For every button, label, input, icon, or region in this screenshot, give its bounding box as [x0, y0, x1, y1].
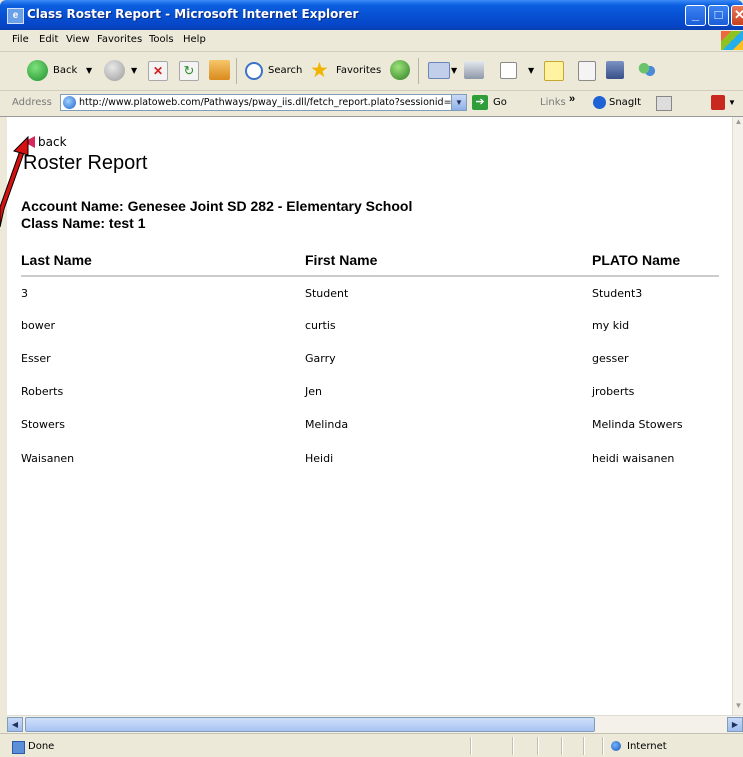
menu-help[interactable]: Help	[183, 34, 206, 45]
maximize-button[interactable]: □	[708, 5, 729, 26]
column-header-plato-name: PLATO Name	[592, 252, 681, 268]
cell-first-name: Student	[305, 287, 349, 300]
cell-last-name: Waisanen	[21, 452, 75, 465]
cell-first-name: Heidi	[305, 452, 334, 465]
ie-app-icon: e	[7, 8, 24, 24]
cell-first-name: Melinda	[305, 418, 349, 431]
back-button-label[interactable]: Back	[53, 65, 77, 76]
horizontal-scroll-thumb[interactable]	[25, 717, 595, 732]
address-dropdown-icon[interactable]: ▼	[451, 95, 466, 110]
links-label[interactable]: Links	[540, 97, 566, 108]
menu-bar: File Edit View Favorites Tools Help	[0, 30, 743, 52]
cell-last-name: Esser	[21, 352, 51, 365]
mail-icon[interactable]	[428, 62, 450, 79]
cell-first-name: curtis	[305, 319, 336, 332]
cell-first-name: Jen	[305, 385, 322, 398]
cell-plato-name: Student3	[592, 287, 643, 300]
address-url[interactable]: http://www.platoweb.com/Pathways/pway_ii…	[79, 97, 451, 108]
refresh-icon[interactable]: ↻	[179, 61, 199, 81]
class-name: Class Name: test 1	[21, 215, 146, 231]
translate-dropdown-icon[interactable]: ▼	[728, 98, 736, 107]
edit-icon[interactable]	[500, 62, 517, 79]
cell-last-name: 3	[21, 287, 28, 300]
search-button-label[interactable]: Search	[268, 65, 302, 76]
cell-first-name: Garry	[305, 352, 336, 365]
standard-toolbar: Back ▼ ▼ ✕ ↻ Search ★ Favorites ▼ ▼	[0, 52, 743, 91]
cell-plato-name: gesser	[592, 352, 629, 365]
header-divider	[21, 275, 719, 277]
window-title: Class Roster Report - Microsoft Internet…	[27, 7, 359, 21]
favorites-button-label[interactable]: Favorites	[336, 65, 381, 76]
go-button-label[interactable]: Go	[493, 97, 507, 108]
cell-last-name: bower	[21, 319, 55, 332]
scroll-left-icon[interactable]: ◀	[7, 717, 23, 732]
menu-edit[interactable]: Edit	[39, 34, 58, 45]
address-bar: Address http://www.platoweb.com/Pathways…	[0, 91, 743, 117]
snagit-icon[interactable]	[593, 96, 606, 109]
media-icon[interactable]	[606, 61, 624, 79]
back-dropdown-icon[interactable]: ▼	[86, 66, 92, 75]
menu-tools[interactable]: Tools	[149, 34, 174, 45]
cell-plato-name: my kid	[592, 319, 630, 332]
scroll-right-icon[interactable]: ▶	[727, 717, 743, 732]
messenger-icon[interactable]	[637, 61, 657, 79]
mail-dropdown-icon[interactable]: ▼	[451, 66, 457, 75]
minimize-button[interactable]: _	[685, 5, 706, 26]
stop-icon[interactable]: ✕	[148, 61, 168, 81]
back-arrow-icon[interactable]	[27, 60, 48, 81]
cell-plato-name: Melinda Stowers	[592, 418, 683, 431]
address-label: Address	[12, 97, 52, 108]
translate-icon[interactable]	[711, 95, 725, 110]
links-chevron-icon[interactable]: »	[569, 93, 575, 105]
ie-window: e Class Roster Report - Microsoft Intern…	[0, 0, 743, 757]
security-zone-label: Internet	[627, 741, 667, 752]
go-arrow-icon[interactable]: ➔	[472, 95, 488, 110]
cell-last-name: Stowers	[21, 418, 66, 431]
close-button[interactable]: ✕	[731, 5, 743, 26]
menu-favorites[interactable]: Favorites	[97, 34, 142, 45]
print-icon[interactable]	[464, 61, 484, 79]
page-status-icon	[12, 741, 25, 754]
forward-arrow-icon[interactable]	[104, 60, 125, 81]
snagit-capture-icon[interactable]	[656, 96, 672, 111]
snagit-label[interactable]: SnagIt	[609, 97, 641, 108]
title-bar[interactable]: e Class Roster Report - Microsoft Intern…	[0, 0, 743, 30]
scroll-up-icon[interactable]: ▲	[733, 117, 743, 131]
history-icon[interactable]	[390, 60, 410, 80]
column-header-last-name: Last Name	[21, 252, 92, 268]
internet-zone-icon	[611, 741, 621, 751]
page-title: Roster Report	[23, 152, 148, 174]
page-content: back Roster Report Account Name: Genesee…	[7, 117, 732, 715]
edit-dropdown-icon[interactable]: ▼	[528, 66, 534, 75]
menu-file[interactable]: File	[12, 34, 29, 45]
favorites-star-icon[interactable]: ★	[310, 58, 329, 82]
annotation-arrow-icon	[0, 135, 29, 228]
address-input[interactable]: http://www.platoweb.com/Pathways/pway_ii…	[60, 94, 467, 111]
vertical-scrollbar[interactable]: ▲ ▼	[732, 117, 743, 715]
discuss-icon[interactable]	[544, 61, 564, 81]
status-bar: Done Internet	[0, 733, 743, 757]
home-icon[interactable]	[209, 60, 230, 80]
page-icon	[63, 96, 76, 109]
cell-last-name: Roberts	[21, 385, 64, 398]
horizontal-scrollbar[interactable]: ◀ ▶	[7, 715, 743, 733]
account-name: Account Name: Genesee Joint SD 282 - Ele…	[21, 198, 413, 214]
column-header-first-name: First Name	[305, 252, 378, 268]
status-text: Done	[28, 741, 55, 752]
research-icon[interactable]	[578, 61, 596, 81]
windows-flag-icon	[721, 31, 743, 50]
cell-plato-name: heidi waisanen	[592, 452, 675, 465]
back-link-text[interactable]: back	[38, 135, 67, 149]
cell-plato-name: jroberts	[592, 385, 635, 398]
scroll-down-icon[interactable]: ▼	[733, 701, 743, 715]
search-icon[interactable]	[245, 62, 263, 80]
menu-view[interactable]: View	[66, 34, 90, 45]
forward-dropdown-icon[interactable]: ▼	[131, 66, 137, 75]
